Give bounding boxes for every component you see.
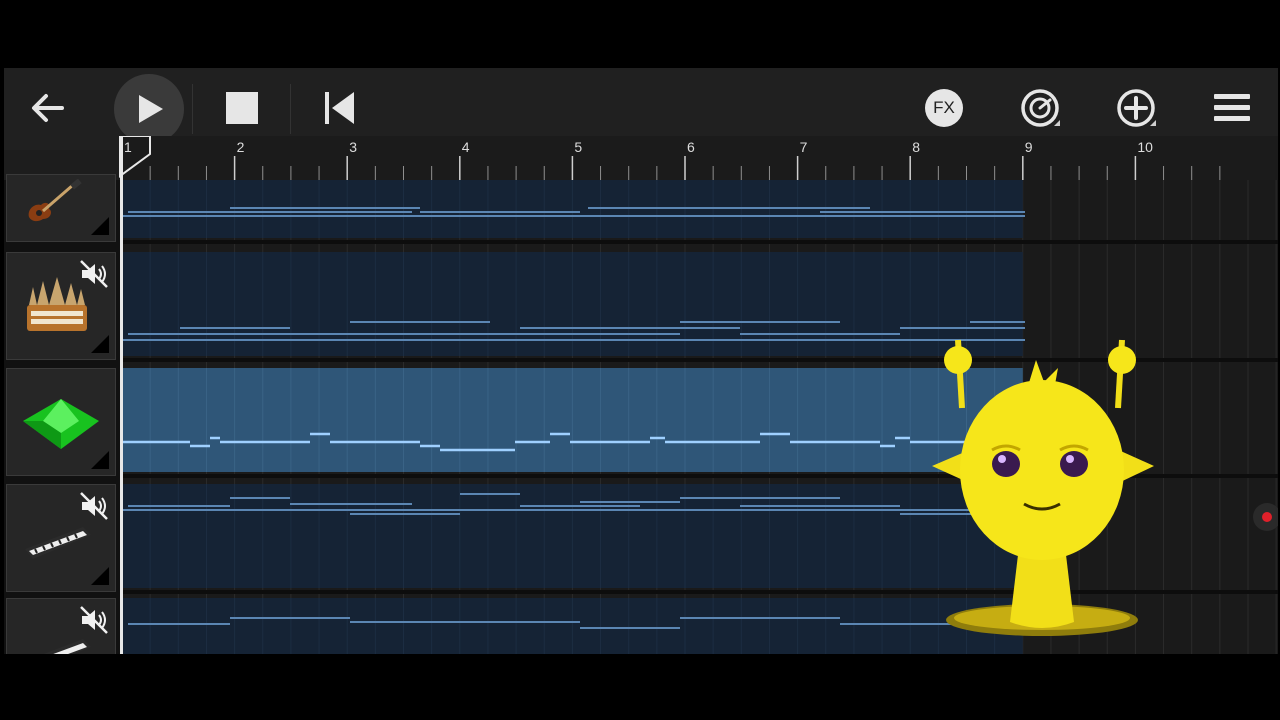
ruler-bar-label: 8: [912, 139, 920, 155]
fx-button[interactable]: FX: [912, 76, 976, 140]
clip-region[interactable]: [120, 598, 1023, 654]
clip-region[interactable]: [120, 484, 1023, 588]
toolbar-divider: [192, 84, 193, 134]
keyboard-synth-icon: [43, 639, 91, 654]
skip-to-start-icon: [325, 92, 354, 124]
record-indicator[interactable]: [1252, 502, 1278, 532]
ruler-bar-label: 7: [800, 139, 808, 155]
metronome-icon: [1021, 89, 1060, 127]
track-header-keyboard-2[interactable]: [6, 598, 116, 654]
stop-icon: [226, 92, 258, 124]
track-header-organ[interactable]: [6, 252, 116, 360]
plus-circle-icon: [1117, 89, 1156, 127]
yellow-alien-character: [932, 339, 1154, 636]
muted-speaker-icon[interactable]: [79, 259, 109, 289]
green-gem-icon: [23, 399, 99, 449]
keyboard-synth-icon: [25, 527, 91, 559]
muted-speaker-icon[interactable]: [79, 605, 109, 635]
clip-region[interactable]: [120, 368, 1023, 472]
add-track-button[interactable]: [1104, 76, 1168, 140]
muted-speaker-icon[interactable]: [79, 491, 109, 521]
music-app-window: FX 123456789 10: [4, 68, 1278, 654]
playhead[interactable]: [120, 136, 123, 654]
electric-bass-icon: [28, 179, 82, 222]
track-headers: [4, 174, 120, 654]
track-header-bass-guitar[interactable]: [6, 174, 116, 242]
playhead-marker[interactable]: [118, 136, 154, 180]
track-menu-corner[interactable]: [91, 567, 109, 585]
track-menu-corner[interactable]: [91, 335, 109, 353]
ruler-bar-label: 3: [349, 139, 357, 155]
menu-button[interactable]: [1200, 76, 1264, 140]
track-menu-corner[interactable]: [91, 217, 109, 235]
play-icon: [139, 95, 163, 123]
stop-button[interactable]: [210, 76, 274, 140]
lane-separator: [120, 240, 1278, 244]
ruler-bar-label: 6: [687, 139, 695, 155]
metronome-button[interactable]: [1008, 76, 1072, 140]
arrow-left-icon: [32, 94, 64, 122]
ruler-bar-label: 9: [1025, 139, 1033, 155]
ruler-bar-label: 4: [462, 139, 470, 155]
ruler-bar-label: 2: [237, 139, 245, 155]
play-button[interactable]: [114, 74, 184, 144]
fx-label: FX: [933, 98, 955, 117]
hamburger-menu-icon: [1214, 94, 1250, 121]
ruler-bar-label: 5: [574, 139, 582, 155]
fx-badge: FX: [925, 89, 963, 127]
track-header-keyboard-1[interactable]: [6, 484, 116, 592]
toolbar-divider: [290, 84, 291, 134]
timeline-ruler[interactable]: 1 2 3 4 5 6 7 8 9 10: [120, 136, 1278, 180]
track-header-synth-gem[interactable]: [6, 368, 116, 476]
track-menu-corner[interactable]: [91, 451, 109, 469]
back-button[interactable]: [16, 76, 80, 140]
ruler-bar-label: 10: [1137, 139, 1153, 155]
rewind-button[interactable]: [308, 76, 372, 140]
